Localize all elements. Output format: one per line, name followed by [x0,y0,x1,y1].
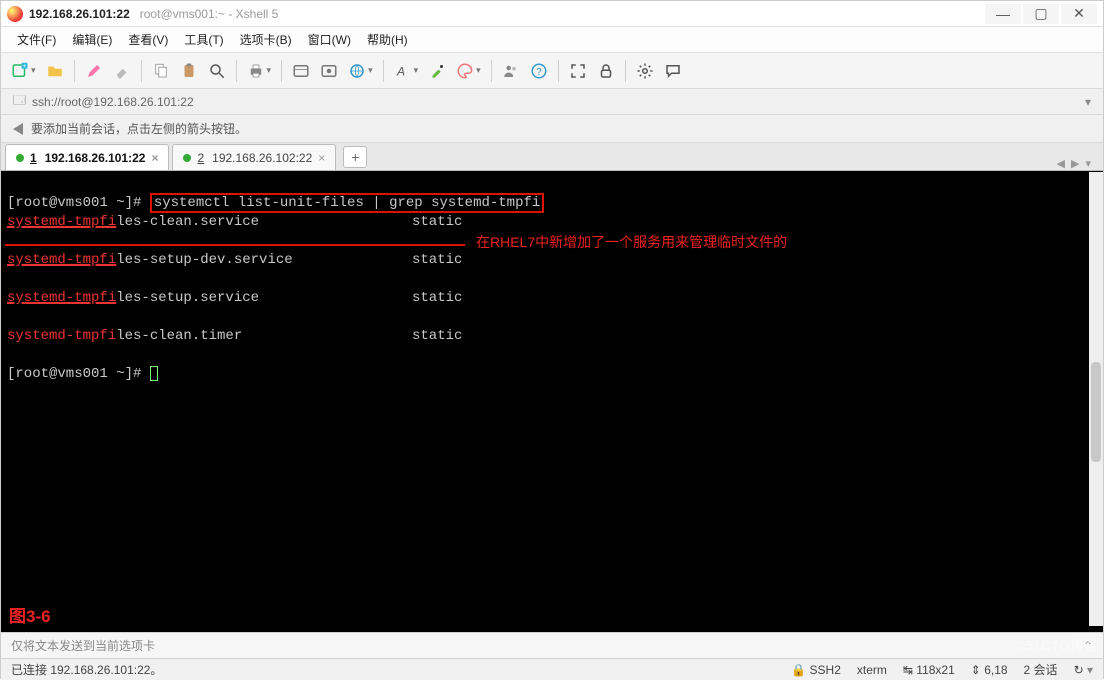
maximize-button[interactable]: ▢ [1023,4,1059,24]
annotation-text: 在RHEL7中新增加了一个服务用来管理临时文件的 [476,233,787,252]
menu-edit[interactable]: 编辑(E) [66,29,118,50]
toolbar-separator [74,60,75,82]
pencil-icon[interactable] [81,58,107,84]
status-bar: 已连接 192.168.26.101:22。 🔒 SSH2 xterm ↹ 11… [1,658,1103,680]
table-row: systemd-tmpfiles-setup.servicestatic [7,289,1097,308]
info-text: 要添加当前会话，点击左侧的箭头按钮。 [31,120,247,137]
search-icon[interactable] [204,58,230,84]
tab-label: 192.168.26.102:22 [212,151,312,165]
arrow-left-icon[interactable] [13,123,23,135]
print-icon[interactable]: ▾ [243,58,276,84]
palette-icon[interactable]: ▾ [452,58,485,84]
menu-window[interactable]: 窗口(W) [302,29,357,50]
toolbar-separator [141,60,142,82]
toolbar: + ▾ ▾ ▾ A ▾ ▾ [1,53,1103,89]
lock-icon[interactable] [593,58,619,84]
status-dot-icon [16,154,24,162]
toolbar-separator [236,60,237,82]
menu-tools[interactable]: 工具(T) [178,29,229,50]
session-tab-2[interactable]: 2 192.168.26.102:22 × [172,144,336,170]
status-ssh: SSH2 [810,663,841,677]
terminal-command-highlight: systemctl list-unit-files | grep systemd… [150,193,544,213]
status-dot-icon [183,154,191,162]
svg-text:?: ? [536,66,542,77]
status-size: 118x21 [916,663,954,677]
window-scrollbar[interactable] [1089,172,1103,626]
new-session-icon[interactable]: + ▾ [7,58,40,84]
session-tab-bar: 1 192.168.26.101:22 × 2 192.168.26.102:2… [1,143,1103,171]
tab-index: 2 [197,151,204,165]
chat-lead-icon: ↻ [1074,663,1084,677]
svg-text:A: A [396,64,405,78]
figure-label: 图3-6 [9,607,51,626]
address-dropdown-icon[interactable]: ▾ [1085,95,1091,109]
open-session-icon[interactable] [42,58,68,84]
status-connection: 已连接 192.168.26.101:22。 [11,661,162,678]
pos-icon: ⇕ [971,663,981,677]
status-sessions: 2 会话 [1024,661,1058,678]
toolbar-separator [383,60,384,82]
title-bar: 192.168.26.101:22 root@vms001:~ - Xshell… [1,1,1103,27]
title-ip: 192.168.26.101:22 [29,7,130,21]
session-tab-1[interactable]: 1 192.168.26.101:22 × [5,144,169,170]
tab-close-icon[interactable]: × [318,151,325,165]
chat-icon[interactable] [660,58,686,84]
up-arrow-icon[interactable]: ⌃ [1083,639,1093,653]
color-picker-icon[interactable] [424,58,450,84]
terminal-prompt: [root@vms001 ~]# [7,195,141,211]
terminal-prompt: [root@vms001 ~]# [7,366,141,382]
menu-tabs[interactable]: 选项卡(B) [234,29,298,50]
size-icon: ↹ [903,663,913,677]
tab-nav-right-icon[interactable]: ▶ [1071,157,1079,170]
menu-view[interactable]: 查看(V) [122,29,174,50]
address-text: ssh://root@192.168.26.101:22 [32,95,194,109]
fullscreen-icon[interactable] [565,58,591,84]
status-pos: 6,18 [984,663,1007,677]
tunnel-icon[interactable] [316,58,342,84]
users-icon[interactable] [498,58,524,84]
toolbar-separator [281,60,282,82]
title-subtitle: root@vms001:~ - Xshell 5 [140,7,279,21]
app-icon [7,6,23,22]
help-icon[interactable]: ? [526,58,552,84]
close-button[interactable]: ✕ [1061,4,1097,24]
settings-icon[interactable] [632,58,658,84]
toolbar-separator [491,60,492,82]
properties-icon[interactable] [288,58,314,84]
tab-label: 192.168.26.101:22 [45,151,146,165]
table-row: systemd-tmpfiles-setup-dev.servicestatic [7,251,1097,270]
address-bar[interactable]: 🗔 ssh://root@192.168.26.101:22 ▾ [1,89,1103,115]
terminal-cursor [150,366,158,381]
table-row: systemd-tmpfiles-clean.servicestatic [7,213,1097,232]
copy-icon[interactable] [148,58,174,84]
table-row: systemd-tmpfiles-clean.timerstatic [7,327,1097,346]
send-target-label: 仅将文本发送到当前选项卡 [11,637,155,654]
svg-text:+: + [23,63,27,70]
send-target-strip[interactable]: 仅将文本发送到当前选项卡 ⌃ [1,632,1103,658]
toolbar-separator [558,60,559,82]
address-lock-icon: 🗔 [13,91,26,112]
tab-nav-left-icon[interactable]: ◀ [1057,157,1065,170]
status-term: xterm [857,663,887,677]
new-tab-button[interactable]: + [343,146,367,168]
tab-nav-menu-icon[interactable]: ▾ [1085,157,1091,170]
lock-icon: 🔒 [791,663,806,677]
menu-file[interactable]: 文件(F) [11,29,62,50]
eraser-icon[interactable] [109,58,135,84]
cap-icon: ▾ [1087,663,1093,677]
menu-help[interactable]: 帮助(H) [361,29,414,50]
info-bar: 要添加当前会话，点击左侧的箭头按钮。 [1,115,1103,143]
tab-index: 1 [30,151,37,165]
terminal-view[interactable]: [root@vms001 ~]# systemctl list-unit-fil… [1,171,1103,632]
minimize-button[interactable]: — [985,4,1021,24]
toolbar-separator [625,60,626,82]
paste-icon[interactable] [176,58,202,84]
menu-bar: 文件(F) 编辑(E) 查看(V) 工具(T) 选项卡(B) 窗口(W) 帮助(… [1,27,1103,53]
web-icon[interactable]: ▾ [344,58,377,84]
font-icon[interactable]: A ▾ [390,58,423,84]
scrollbar-thumb[interactable] [1091,362,1101,462]
annotation-divider [5,244,465,246]
tab-close-icon[interactable]: × [151,151,158,165]
